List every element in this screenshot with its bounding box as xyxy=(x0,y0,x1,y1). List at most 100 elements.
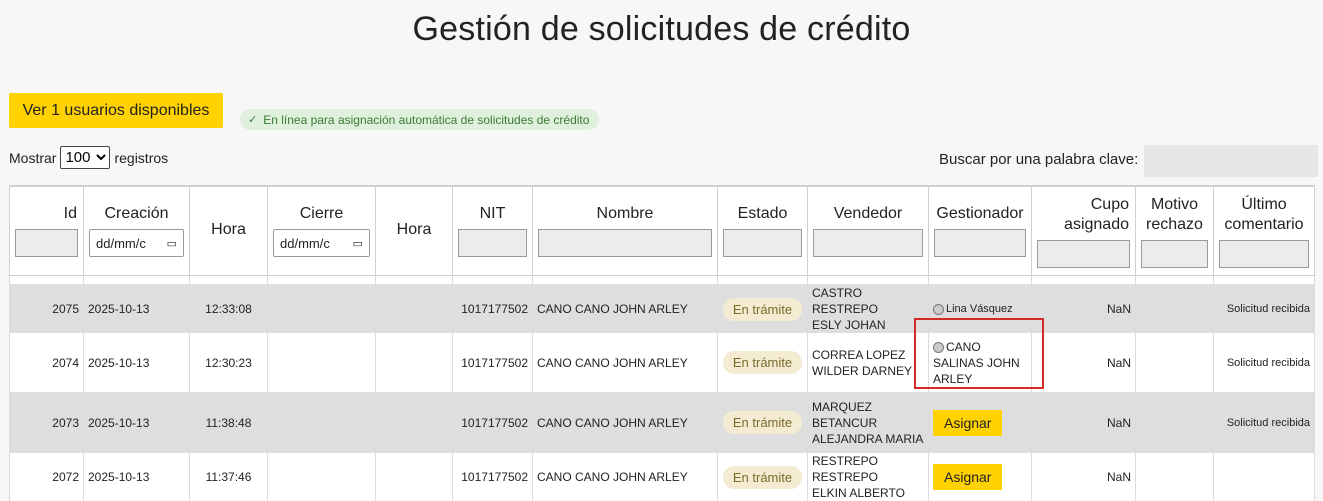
cell-gestionador: Lina Vásquez xyxy=(928,284,1032,333)
show-prefix-label: Mostrar xyxy=(9,149,57,166)
col-hora-cierre-label: Hora xyxy=(396,221,432,238)
assign-button[interactable]: Asignar xyxy=(933,464,1003,490)
cell-cierre xyxy=(267,333,376,392)
cell-vendedor: MARQUEZ BETANCUR ALEJANDRA MARIA xyxy=(807,392,929,453)
col-nit[interactable]: NIT xyxy=(452,185,533,276)
search-input[interactable] xyxy=(1144,145,1318,177)
col-estado[interactable]: Estado xyxy=(717,185,808,276)
cell-creacion: 2025-10-13 xyxy=(83,453,190,501)
cell-gestionador: CANO SALINAS JOHN ARLEY xyxy=(928,333,1032,392)
col-hora[interactable]: Hora xyxy=(189,185,268,276)
view-available-users-button[interactable]: Ver 1 usuarios disponibles xyxy=(9,93,223,128)
col-nombre[interactable]: Nombre xyxy=(532,185,718,276)
status-badge: En trámite xyxy=(722,411,803,434)
cell-nit-link[interactable]: 1017177502 xyxy=(452,284,533,333)
cell-cupo: NaN xyxy=(1031,453,1136,501)
cell-cupo: NaN xyxy=(1031,392,1136,453)
cell-nit-link[interactable]: 1017177502 xyxy=(452,333,533,392)
cell-hora: 11:38:48 xyxy=(189,392,268,453)
filter-estado-input[interactable] xyxy=(723,229,802,257)
col-creacion-label: Creación xyxy=(104,205,169,222)
col-comentario[interactable]: Último comentario xyxy=(1213,185,1315,276)
cell-vendedor: CASTRO RESTREPO ESLY JOHAN xyxy=(807,284,929,333)
table-row[interactable]: 2072 2025-10-13 11:37:46 1017177502 CANO… xyxy=(9,453,1315,501)
user-icon xyxy=(933,341,944,353)
cell-hora-cierre xyxy=(375,453,453,501)
page-title: Gestión de solicitudes de crédito xyxy=(412,10,911,48)
show-suffix-label: registros xyxy=(114,149,169,166)
filter-cierre-date[interactable]: dd/mm/c ▭ xyxy=(273,229,370,257)
calendar-icon[interactable]: ▭ xyxy=(353,237,363,250)
cell-creacion: 2025-10-13 xyxy=(83,284,190,333)
col-cupo[interactable]: Cupo asignado xyxy=(1031,185,1136,276)
filter-vendedor-input[interactable] xyxy=(813,229,923,257)
filter-creacion-date[interactable]: dd/mm/c ▭ xyxy=(89,229,184,257)
header-row: Id Creación dd/mm/c ▭ Hora Cierre dd/mm/c… xyxy=(9,185,1315,276)
status-badge: En trámite xyxy=(722,297,803,321)
cell-hora: 12:30:23 xyxy=(189,333,268,392)
cell-gestionador: Asignar xyxy=(928,392,1032,453)
col-creacion[interactable]: Creación dd/mm/c ▭ xyxy=(83,185,190,276)
status-badge: En trámite xyxy=(722,465,803,489)
cell-cierre xyxy=(267,392,376,453)
col-vendedor-label: Vendedor xyxy=(833,205,903,222)
cell-motivo xyxy=(1135,453,1214,501)
col-nit-label: NIT xyxy=(479,205,506,222)
col-hora-cierre[interactable]: Hora xyxy=(375,185,453,276)
cell-nit-link[interactable]: 1017177502 xyxy=(452,453,533,501)
cell-comentario: Solicitud recibida xyxy=(1213,392,1315,453)
credit-requests-table: Id Creación dd/mm/c ▭ Hora Cierre dd/mm/c… xyxy=(9,185,1315,501)
col-id[interactable]: Id xyxy=(9,185,84,276)
cell-nombre: CANO CANO JOHN ARLEY xyxy=(532,392,718,453)
calendar-icon[interactable]: ▭ xyxy=(167,237,177,250)
cell-hora: 12:33:08 xyxy=(189,284,268,333)
col-motivo-label: Motivo rechazo xyxy=(1146,196,1203,233)
cell-comentario xyxy=(1213,453,1315,501)
cell-creacion: 2025-10-13 xyxy=(83,392,190,453)
user-icon xyxy=(933,303,944,315)
check-icon: ✓ xyxy=(248,114,258,126)
cell-hora-cierre xyxy=(375,284,453,333)
cell-cierre xyxy=(267,453,376,501)
cell-vendedor: CORREA LOPEZ WILDER DARNEY xyxy=(807,333,929,392)
table-row[interactable]: 2075 2025-10-13 12:33:08 1017177502 CANO… xyxy=(9,284,1315,333)
filter-gestionador-input[interactable] xyxy=(934,229,1026,257)
filter-comentario-input[interactable] xyxy=(1219,240,1309,268)
col-motivo[interactable]: Motivo rechazo xyxy=(1135,185,1214,276)
filter-nit-input[interactable] xyxy=(458,229,527,257)
cell-cupo: NaN xyxy=(1031,333,1136,392)
col-cupo-label: Cupo asignado xyxy=(1064,196,1129,233)
cell-nombre: CANO CANO JOHN ARLEY xyxy=(532,284,718,333)
cell-nit-link[interactable]: 1017177502 xyxy=(452,392,533,453)
filter-nombre-input[interactable] xyxy=(538,229,712,257)
filter-motivo-input[interactable] xyxy=(1141,240,1208,268)
page-length-select[interactable]: 100 xyxy=(60,146,111,169)
col-comentario-label: Último comentario xyxy=(1224,196,1304,233)
cell-id: 2073 xyxy=(9,392,84,453)
col-id-label: Id xyxy=(63,205,77,222)
status-badge: En trámite xyxy=(722,351,803,374)
col-gestionador[interactable]: Gestionador xyxy=(928,185,1032,276)
cell-nombre: CANO CANO JOHN ARLEY xyxy=(532,453,718,501)
col-cierre-label: Cierre xyxy=(299,205,344,222)
col-gestionador-label: Gestionador xyxy=(936,205,1024,222)
assign-button[interactable]: Asignar xyxy=(933,409,1003,436)
col-vendedor[interactable]: Vendedor xyxy=(807,185,929,276)
auto-assign-status-badge: ✓ En línea para asignación automática de… xyxy=(240,109,600,130)
table-row[interactable]: 2074 2025-10-13 12:30:23 1017177502 CANO… xyxy=(9,333,1315,392)
cell-hora-cierre xyxy=(375,333,453,392)
table-row[interactable]: 2073 2025-10-13 11:38:48 1017177502 CANO… xyxy=(9,392,1315,453)
cell-motivo xyxy=(1135,284,1214,333)
col-nombre-label: Nombre xyxy=(596,205,654,222)
filter-id-input[interactable] xyxy=(15,229,78,257)
col-estado-label: Estado xyxy=(737,205,788,222)
filter-cupo-input[interactable] xyxy=(1037,240,1130,268)
col-hora-label: Hora xyxy=(211,221,246,238)
cell-id: 2074 xyxy=(9,333,84,392)
search-label: Buscar por una palabra clave: xyxy=(939,151,1139,168)
cell-motivo xyxy=(1135,333,1214,392)
cell-hora-cierre xyxy=(375,392,453,453)
date-placeholder: dd/mm/c xyxy=(96,235,146,251)
col-cierre[interactable]: Cierre dd/mm/c ▭ xyxy=(267,185,376,276)
cell-id: 2075 xyxy=(9,284,84,333)
